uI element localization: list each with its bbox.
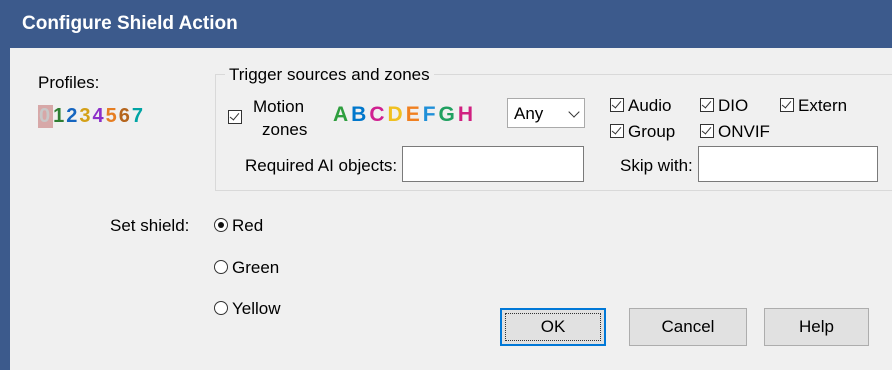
profile-5[interactable]: 5: [106, 105, 119, 128]
checkbox-check-icon: [780, 98, 794, 112]
motion-zones-checkbox[interactable]: [228, 108, 246, 128]
zone-mode-select[interactable]: Any: [507, 98, 585, 128]
onvif-checkbox[interactable]: ONVIF: [700, 122, 770, 142]
shield-green-radio[interactable]: Green: [214, 258, 279, 278]
skip-with-input[interactable]: [698, 146, 878, 182]
shield-yellow-radio[interactable]: Yellow: [214, 299, 281, 319]
profile-0[interactable]: 0: [38, 105, 54, 128]
configure-shield-dialog: Configure Shield Action Profiles: 012345…: [0, 0, 892, 370]
shield-red-radio[interactable]: Red: [214, 216, 263, 236]
required-ai-input[interactable]: [402, 146, 584, 182]
dio-checkbox[interactable]: DIO: [700, 96, 748, 116]
checkbox-check-icon: [700, 98, 714, 112]
set-shield-label: Set shield:: [110, 216, 190, 235]
shield-yellow-label: Yellow: [232, 299, 281, 318]
profile-6[interactable]: 6: [119, 105, 132, 128]
cancel-button[interactable]: Cancel: [629, 308, 747, 346]
chevron-down-icon: [568, 106, 580, 118]
zone-e[interactable]: E: [406, 103, 423, 126]
window-title: Configure Shield Action: [22, 13, 238, 34]
skip-with-label: Skip with:: [620, 156, 693, 175]
radio-icon: [214, 301, 228, 315]
radio-icon: [214, 260, 228, 274]
profile-7[interactable]: 7: [132, 105, 145, 128]
required-ai-label: Required AI objects:: [245, 156, 398, 175]
ok-button[interactable]: OK: [500, 308, 606, 346]
dialog-body: Profiles: 01234567 Trigger sources and z…: [10, 48, 892, 370]
zone-b[interactable]: B: [351, 103, 369, 126]
trigger-group-title: Trigger sources and zones: [225, 65, 434, 85]
zone-a[interactable]: A: [333, 103, 351, 126]
extern-label: Extern: [798, 96, 848, 115]
zone-mode-value: Any: [514, 104, 544, 123]
shield-green-label: Green: [232, 258, 280, 277]
checkbox-check-icon: [700, 124, 714, 138]
audio-label: Audio: [628, 96, 672, 115]
checkbox-check-icon: [610, 124, 624, 138]
checkbox-check-icon: [228, 110, 242, 124]
help-button[interactable]: Help: [764, 308, 869, 346]
checkbox-check-icon: [610, 98, 624, 112]
group-checkbox[interactable]: Group: [610, 122, 675, 142]
zone-f[interactable]: F: [423, 103, 439, 126]
radio-selected-icon: [214, 218, 228, 232]
profiles-label: Profiles:: [38, 73, 100, 92]
motion-label-line1: Motion: [253, 97, 305, 116]
profile-2[interactable]: 2: [66, 105, 79, 128]
zone-d[interactable]: D: [388, 103, 406, 126]
zone-c[interactable]: C: [369, 103, 387, 126]
dio-label: DIO: [718, 96, 749, 115]
motion-label-line2: zones: [262, 120, 308, 139]
profile-3[interactable]: 3: [79, 105, 92, 128]
profile-1[interactable]: 1: [53, 105, 66, 128]
shield-red-label: Red: [232, 216, 264, 235]
group-label: Group: [628, 122, 676, 141]
zone-g[interactable]: G: [439, 103, 458, 126]
onvif-label: ONVIF: [718, 122, 770, 141]
zone-h[interactable]: H: [458, 103, 476, 126]
zone-letters: ABCDEFGH: [333, 103, 476, 127]
extern-checkbox[interactable]: Extern: [780, 96, 847, 116]
title-bar[interactable]: Configure Shield Action: [0, 0, 892, 48]
profile-4[interactable]: 4: [93, 105, 106, 128]
profile-selector: 01234567: [38, 105, 145, 128]
audio-checkbox[interactable]: Audio: [610, 96, 671, 116]
